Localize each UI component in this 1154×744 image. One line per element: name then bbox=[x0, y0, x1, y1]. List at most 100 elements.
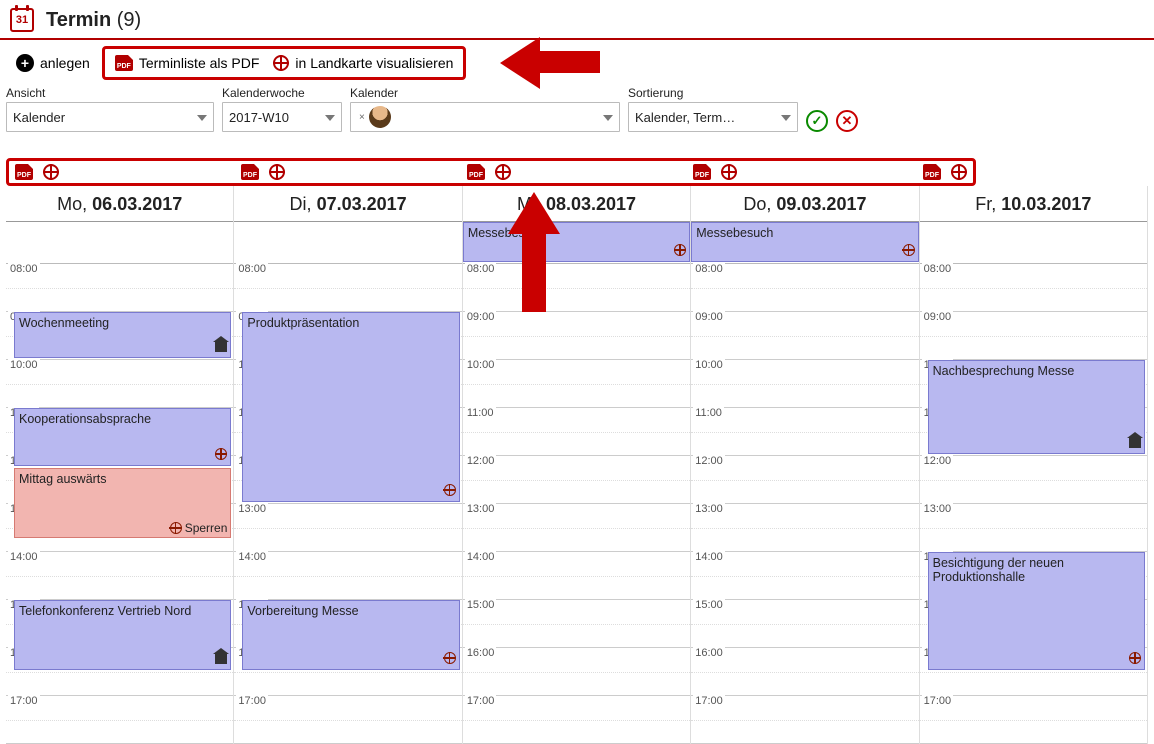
create-button[interactable]: + anlegen bbox=[10, 50, 96, 76]
pdf-icon[interactable]: PDF bbox=[241, 164, 259, 180]
event-title: Wochenmeeting bbox=[19, 316, 109, 330]
allday-thu[interactable]: Messebesuch bbox=[691, 222, 918, 264]
hour-label: 17:00 bbox=[465, 695, 497, 707]
hour-label: 13:00 bbox=[922, 503, 954, 515]
hour-label: 08:00 bbox=[236, 263, 268, 275]
filter-woche-label: Kalenderwoche bbox=[222, 86, 342, 100]
hour-label: 08:00 bbox=[922, 263, 954, 275]
hours-thu[interactable]: 08:00 09:00 10:00 11:00 12:00 13:00 14:0… bbox=[691, 264, 918, 744]
day-actions-mon: PDF bbox=[9, 161, 235, 183]
hour-label: 14:00 bbox=[236, 551, 268, 563]
kalender-select[interactable]: × bbox=[350, 102, 620, 132]
chip-remove-icon[interactable]: × bbox=[359, 112, 365, 123]
sort-select[interactable]: Kalender, Term… bbox=[628, 102, 798, 132]
calendar-grid: Mo, 06.03.2017 08:00 09:00 10:00 11:00 1… bbox=[6, 186, 1148, 744]
create-label: anlegen bbox=[40, 55, 90, 71]
event-kooperationsabsprache[interactable]: Kooperationsabsprache bbox=[14, 408, 231, 466]
sort-value: Kalender, Term… bbox=[635, 110, 735, 125]
event-nachbesprechung[interactable]: Nachbesprechung Messe bbox=[928, 360, 1145, 454]
hours-wed[interactable]: 08:00 09:00 10:00 11:00 12:00 13:00 14:0… bbox=[463, 264, 690, 744]
hour-label: 12:00 bbox=[693, 455, 725, 467]
globe-icon[interactable] bbox=[951, 164, 967, 180]
title-count: (9) bbox=[117, 9, 141, 31]
hour-label: 14:00 bbox=[465, 551, 497, 563]
lock-label: Sperren bbox=[185, 521, 228, 535]
allday-tue[interactable] bbox=[234, 222, 461, 264]
date: 09.03.2017 bbox=[776, 194, 866, 214]
hours-mon[interactable]: 08:00 09:00 10:00 11:00 12:00 13:00 14:0… bbox=[6, 264, 233, 744]
hour-label: 08:00 bbox=[465, 263, 497, 275]
event-telefonkonferenz[interactable]: Telefonkonferenz Vertrieb Nord bbox=[14, 600, 231, 670]
event-title: Produktpräsentation bbox=[247, 316, 359, 330]
day-col-fri: Fr, 10.03.2017 08:00 09:00 10:00 11:00 1… bbox=[920, 186, 1148, 744]
hours-tue[interactable]: 08:00 09:00 10:00 11:00 12:00 13:00 14:0… bbox=[234, 264, 461, 744]
filter-kalender: Kalender × bbox=[350, 86, 620, 132]
event-vorbereitung-messe[interactable]: Vorbereitung Messe bbox=[242, 600, 459, 670]
hour-label: 08:00 bbox=[8, 263, 40, 275]
hour-label: 10:00 bbox=[693, 359, 725, 371]
filter-ansicht: Ansicht Kalender bbox=[6, 86, 214, 132]
hour-label: 14:00 bbox=[693, 551, 725, 563]
hour-label: 10:00 bbox=[8, 359, 40, 371]
filter-ansicht-label: Ansicht bbox=[6, 86, 214, 100]
globe-icon[interactable] bbox=[721, 164, 737, 180]
visualize-map-button[interactable]: in Landkarte visualisieren bbox=[267, 51, 459, 75]
filter-kalender-label: Kalender bbox=[350, 86, 620, 100]
filter-bar: Ansicht Kalender Kalenderwoche 2017-W10 … bbox=[0, 84, 1154, 138]
woche-select[interactable]: 2017-W10 bbox=[222, 102, 342, 132]
globe-icon bbox=[444, 652, 456, 664]
event-besichtigung[interactable]: Besichtigung der neuen Produktionshalle bbox=[928, 552, 1145, 670]
hour-label: 13:00 bbox=[236, 503, 268, 515]
toolbar-highlight: PDF Terminliste als PDF in Landkarte vis… bbox=[102, 46, 467, 80]
event-title: Besichtigung der neuen Produktionshalle bbox=[933, 556, 1064, 584]
pdf-icon[interactable]: PDF bbox=[15, 164, 33, 180]
event-title: Messebesuch bbox=[696, 226, 773, 240]
allday-fri[interactable] bbox=[920, 222, 1147, 264]
plus-icon: + bbox=[16, 54, 34, 72]
globe-icon[interactable] bbox=[495, 164, 511, 180]
hours-fri[interactable]: 08:00 09:00 10:00 11:00 12:00 13:00 14:0… bbox=[920, 264, 1147, 744]
pdf-icon[interactable]: PDF bbox=[467, 164, 485, 180]
home-icon bbox=[1129, 438, 1141, 448]
day-header-wed: Mi, 08.03.2017 bbox=[463, 186, 690, 222]
avatar bbox=[369, 106, 391, 128]
annotation-arrow-left bbox=[500, 34, 600, 84]
hour-label: 17:00 bbox=[8, 695, 40, 707]
allday-wed[interactable]: Messebesuch bbox=[463, 222, 690, 264]
apply-filter-button[interactable]: ✓ bbox=[806, 110, 828, 132]
pdf-icon[interactable]: PDF bbox=[923, 164, 941, 180]
date: 06.03.2017 bbox=[92, 194, 182, 214]
event-mittag-auswaerts[interactable]: Mittag auswärtsSperren bbox=[14, 468, 231, 538]
event-lock: Sperren bbox=[170, 521, 228, 535]
globe-icon[interactable] bbox=[43, 164, 59, 180]
hour-label: 12:00 bbox=[465, 455, 497, 467]
day-col-tue: Di, 07.03.2017 08:00 09:00 10:00 11:00 1… bbox=[234, 186, 462, 744]
pdf-icon[interactable]: PDF bbox=[693, 164, 711, 180]
globe-icon bbox=[903, 244, 915, 256]
export-pdf-button[interactable]: PDF Terminliste als PDF bbox=[109, 51, 266, 75]
globe-icon[interactable] bbox=[269, 164, 285, 180]
hour-label: 17:00 bbox=[693, 695, 725, 707]
hour-label: 14:00 bbox=[8, 551, 40, 563]
day-actions-thu: PDF bbox=[687, 161, 913, 183]
allday-mon[interactable] bbox=[6, 222, 233, 264]
day-action-strip: PDF PDF PDF PDF PDF bbox=[6, 158, 976, 186]
ansicht-select[interactable]: Kalender bbox=[6, 102, 214, 132]
event-messebesuch-thu[interactable]: Messebesuch bbox=[691, 222, 918, 262]
hour-label: 13:00 bbox=[693, 503, 725, 515]
annotation-arrow-up bbox=[508, 192, 558, 312]
event-messebesuch-wed[interactable]: Messebesuch bbox=[463, 222, 690, 262]
hour-label: 09:00 bbox=[465, 311, 497, 323]
hour-label: 10:00 bbox=[465, 359, 497, 371]
hour-label: 09:00 bbox=[693, 311, 725, 323]
day-actions-fri-partial: PDF bbox=[913, 161, 973, 183]
globe-icon bbox=[273, 55, 289, 71]
event-produktpraesentation[interactable]: Produktpräsentation bbox=[242, 312, 459, 502]
event-wochenmeeting[interactable]: Wochenmeeting bbox=[14, 312, 231, 358]
export-pdf-label: Terminliste als PDF bbox=[139, 55, 260, 71]
day-col-thu: Do, 09.03.2017 Messebesuch 08:00 09:00 1… bbox=[691, 186, 919, 744]
day-header-tue: Di, 07.03.2017 bbox=[234, 186, 461, 222]
day-col-wed: Mi, 08.03.2017 Messebesuch 08:00 09:00 1… bbox=[463, 186, 691, 744]
event-title: Kooperationsabsprache bbox=[19, 412, 151, 426]
reset-filter-button[interactable]: ✕ bbox=[836, 110, 858, 132]
